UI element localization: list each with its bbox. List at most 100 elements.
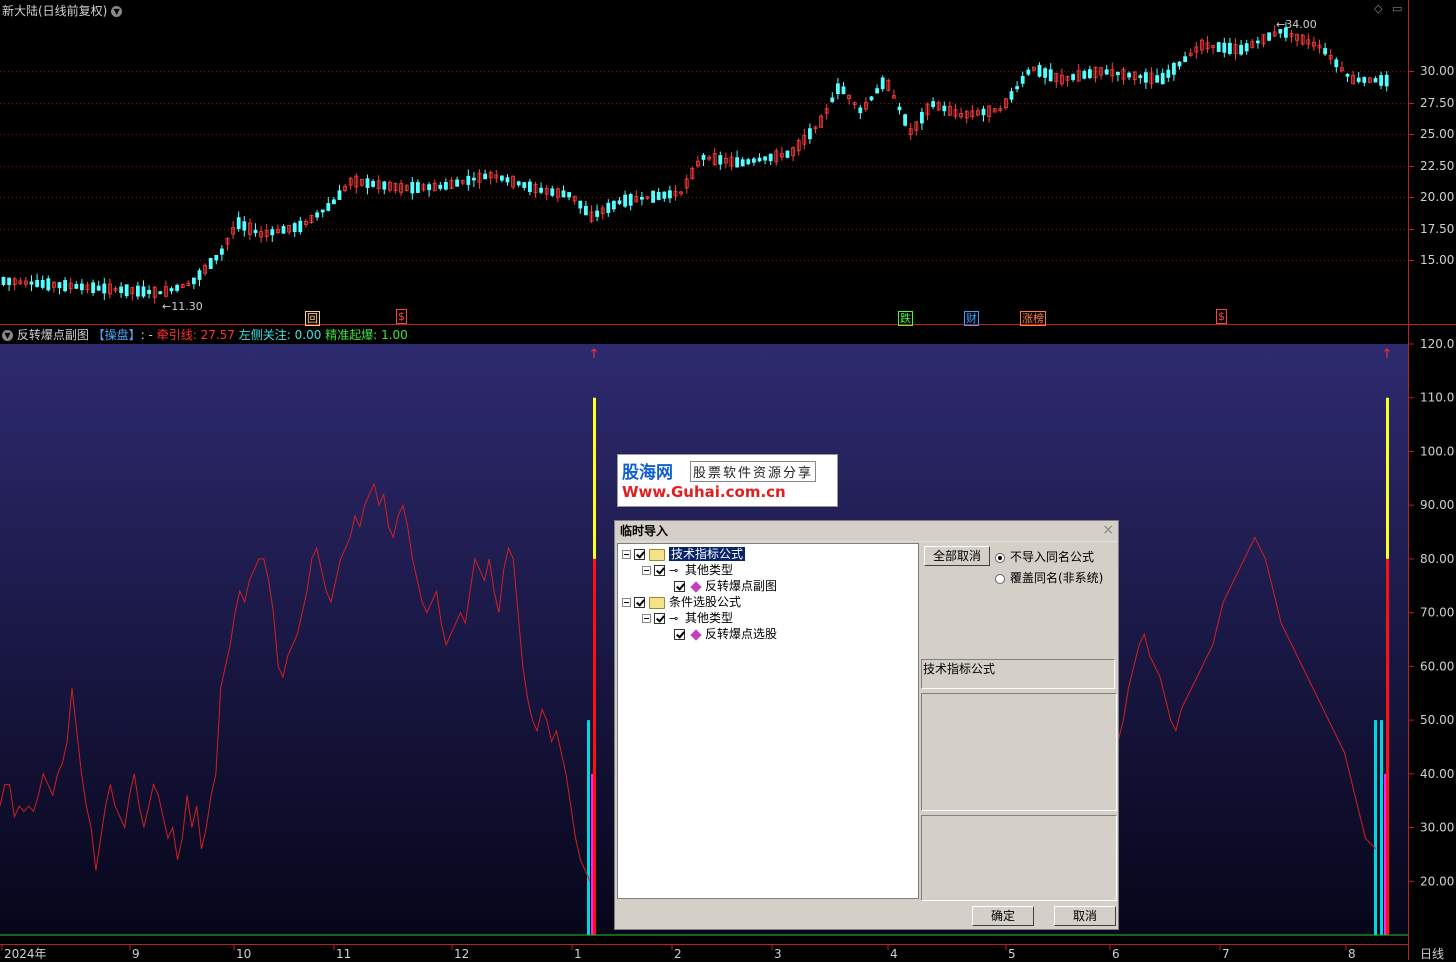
tree-node-other[interactable]: ⊸ 其他类型 [642, 562, 733, 578]
checkbox[interactable] [674, 629, 685, 640]
type-label: 技术指标公式 [923, 662, 996, 676]
candle-body [124, 284, 129, 297]
candle-body [1026, 69, 1031, 75]
candle-body [668, 190, 672, 199]
candle-body [1323, 48, 1327, 55]
x-tick-label: 4 [890, 947, 898, 960]
candle-body [1345, 73, 1350, 77]
signal-bar-cyan [587, 720, 590, 935]
candle-body [584, 205, 588, 216]
event-marker[interactable]: 涨榜 [1020, 310, 1046, 326]
marker-text: 跌 [898, 311, 913, 326]
radio-overwrite[interactable]: 覆盖同名(非系统) [995, 569, 1103, 586]
candle-body [1166, 69, 1171, 78]
import-dialog[interactable]: 临时导入 × 技术指标公式 ⊸ 其他类型 反转爆点副图 条件选股公式 ⊸ 其他类型 … [614, 520, 1119, 930]
deselect-all-button[interactable]: 全部取消 [924, 546, 990, 566]
candle-body [1177, 61, 1182, 67]
marker-text: 涨榜 [1020, 311, 1046, 326]
period-label[interactable]: 日线 [1420, 945, 1444, 962]
tree-node-condition[interactable]: 条件选股公式 [622, 594, 741, 610]
event-marker[interactable]: 回 [305, 310, 320, 326]
stock-title-text: 新大陆(日线前复权) [2, 4, 108, 18]
tree-label: 反转爆点选股 [705, 627, 778, 641]
candle-body [931, 101, 935, 107]
event-marker[interactable]: $ [396, 309, 407, 324]
candle-body [735, 157, 739, 168]
price-y-axis: 30.00 27.50 25.00 22.50 20.00 17.50 15.00 [1408, 64, 1454, 267]
diamond-icon[interactable]: ◇ [1374, 2, 1382, 15]
x-tick-label: 8 [1348, 947, 1356, 960]
event-marker[interactable]: 跌 [898, 310, 913, 326]
price-tick-label: 25.00 [1420, 127, 1454, 141]
close-icon[interactable]: × [1102, 522, 1114, 538]
indicator-tick-label: 70.00 [1420, 606, 1454, 620]
window-icon[interactable]: ▭ [1392, 2, 1402, 15]
candle-body [1020, 76, 1025, 84]
radio-icon[interactable] [995, 573, 1005, 584]
candle-body [208, 257, 213, 269]
signal-bar-red [593, 558, 596, 935]
candle-body [320, 209, 325, 213]
radio-icon[interactable] [995, 552, 1005, 563]
x-tick-label: 9 [132, 947, 140, 960]
checkbox[interactable] [634, 597, 645, 608]
price-tick-label: 20.00 [1420, 190, 1454, 204]
indicator-tick-label: 90.00 [1420, 498, 1454, 512]
radio-skip[interactable]: 不导入同名公式 [995, 548, 1094, 565]
formula-tree[interactable]: 技术指标公式 ⊸ 其他类型 反转爆点副图 条件选股公式 ⊸ 其他类型 反转爆点选股 [617, 543, 919, 899]
marker-text: 财 [964, 311, 979, 326]
jzqb-value: 1.00 [381, 328, 408, 342]
expand-icon[interactable] [622, 598, 631, 607]
description-box[interactable] [921, 693, 1117, 811]
tree-node-tech[interactable]: 技术指标公式 [622, 546, 746, 562]
formula-icon [690, 628, 702, 641]
candle-body [410, 181, 415, 194]
marker-text: 回 [305, 311, 320, 326]
indicator-header[interactable]: ▼ 反转爆点副图 【操盘】: - 牵引线: 27.57 左侧关注: 0.00 精… [2, 326, 408, 343]
expand-icon[interactable] [642, 614, 651, 623]
cancel-button[interactable]: 取消 [1054, 906, 1116, 926]
candle-body [1160, 72, 1165, 85]
checkbox[interactable] [634, 549, 645, 560]
checkbox[interactable] [654, 565, 665, 576]
candle-body [191, 277, 196, 285]
checkbox[interactable] [674, 581, 685, 592]
collapse-icon[interactable]: ▼ [2, 330, 13, 341]
ok-button[interactable]: 确定 [972, 906, 1034, 926]
candle-body [270, 229, 275, 236]
candle-body [612, 200, 616, 210]
detail-box[interactable] [921, 815, 1117, 901]
max-price-value: 34.00 [1285, 18, 1317, 31]
event-marker[interactable]: $ [1216, 309, 1227, 324]
marker-text: $ [396, 309, 407, 324]
tree-node-formula[interactable]: 反转爆点副图 [674, 578, 777, 594]
tree-label: 其他类型 [685, 563, 734, 577]
candle-body [253, 229, 258, 234]
candle-body [942, 105, 947, 112]
qyx-label: 牵引线 [156, 328, 193, 342]
expand-icon[interactable] [642, 566, 651, 575]
candle-body [718, 155, 723, 165]
x-tick-label: 10 [236, 947, 251, 960]
candle-body [63, 280, 67, 292]
tree-node-formula[interactable]: 反转爆点选股 [674, 626, 777, 642]
expand-icon[interactable] [622, 550, 631, 559]
tree-node-other[interactable]: ⊸ 其他类型 [642, 610, 733, 626]
x-tick-label: 12 [454, 947, 469, 960]
candle-body [1043, 68, 1047, 78]
stock-title[interactable]: 新大陆(日线前复权) ▼ [2, 2, 123, 19]
candle-body [539, 187, 543, 193]
checkbox[interactable] [654, 613, 665, 624]
signal-bar-red [1386, 558, 1389, 935]
indicator-tag[interactable]: 【操盘】 [93, 328, 141, 342]
candle-body [785, 150, 790, 158]
candle-body [1256, 40, 1260, 44]
event-marker[interactable]: 财 [964, 310, 979, 326]
candle-body [483, 173, 488, 180]
dialog-title[interactable]: 临时导入 [615, 521, 1118, 542]
candle-body [595, 210, 599, 217]
candle-body [858, 107, 863, 114]
candle-body [1155, 75, 1159, 83]
dropdown-icon[interactable]: ▼ [111, 6, 123, 17]
up-arrow-icon: ↑ [589, 347, 600, 362]
